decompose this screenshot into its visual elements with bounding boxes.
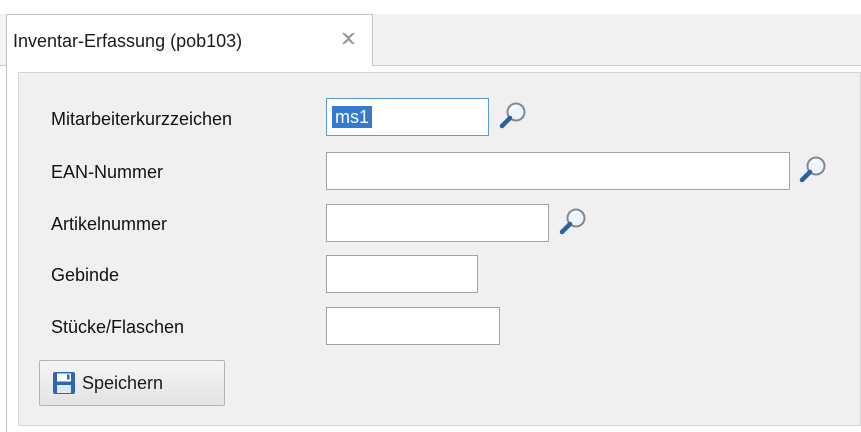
artikelnummer-input[interactable] — [326, 204, 549, 242]
save-button[interactable]: Speichern — [39, 360, 225, 406]
label-stuecke-flaschen: Stücke/Flaschen — [51, 317, 185, 337]
label-ean-nummer: EAN-Nummer — [51, 162, 164, 182]
ean-nummer-input[interactable] — [326, 152, 790, 190]
tab-inventar-erfassung[interactable]: Inventar-Erfassung (pob103) — [6, 14, 373, 67]
label-artikelnummer: Artikelnummer — [51, 214, 168, 234]
search-icon[interactable] — [497, 100, 529, 132]
window-top-strip — [0, 0, 861, 6]
gebinde-input[interactable] — [326, 255, 478, 293]
tab-title: Inventar-Erfassung (pob103) — [13, 30, 243, 51]
save-button-label: Speichern — [82, 372, 164, 393]
close-icon[interactable] — [340, 30, 357, 47]
stuecke-flaschen-input[interactable] — [326, 307, 500, 345]
mitarbeiterkurzzeichen-value: ms1 — [332, 106, 373, 128]
label-mitarbeiterkurzzeichen: Mitarbeiterkurzzeichen — [51, 109, 233, 129]
search-icon[interactable] — [797, 154, 829, 186]
label-gebinde: Gebinde — [51, 265, 120, 285]
mitarbeiterkurzzeichen-input[interactable]: ms1 — [326, 98, 489, 136]
floppy-disk-icon — [53, 372, 75, 394]
search-icon[interactable] — [557, 206, 589, 238]
